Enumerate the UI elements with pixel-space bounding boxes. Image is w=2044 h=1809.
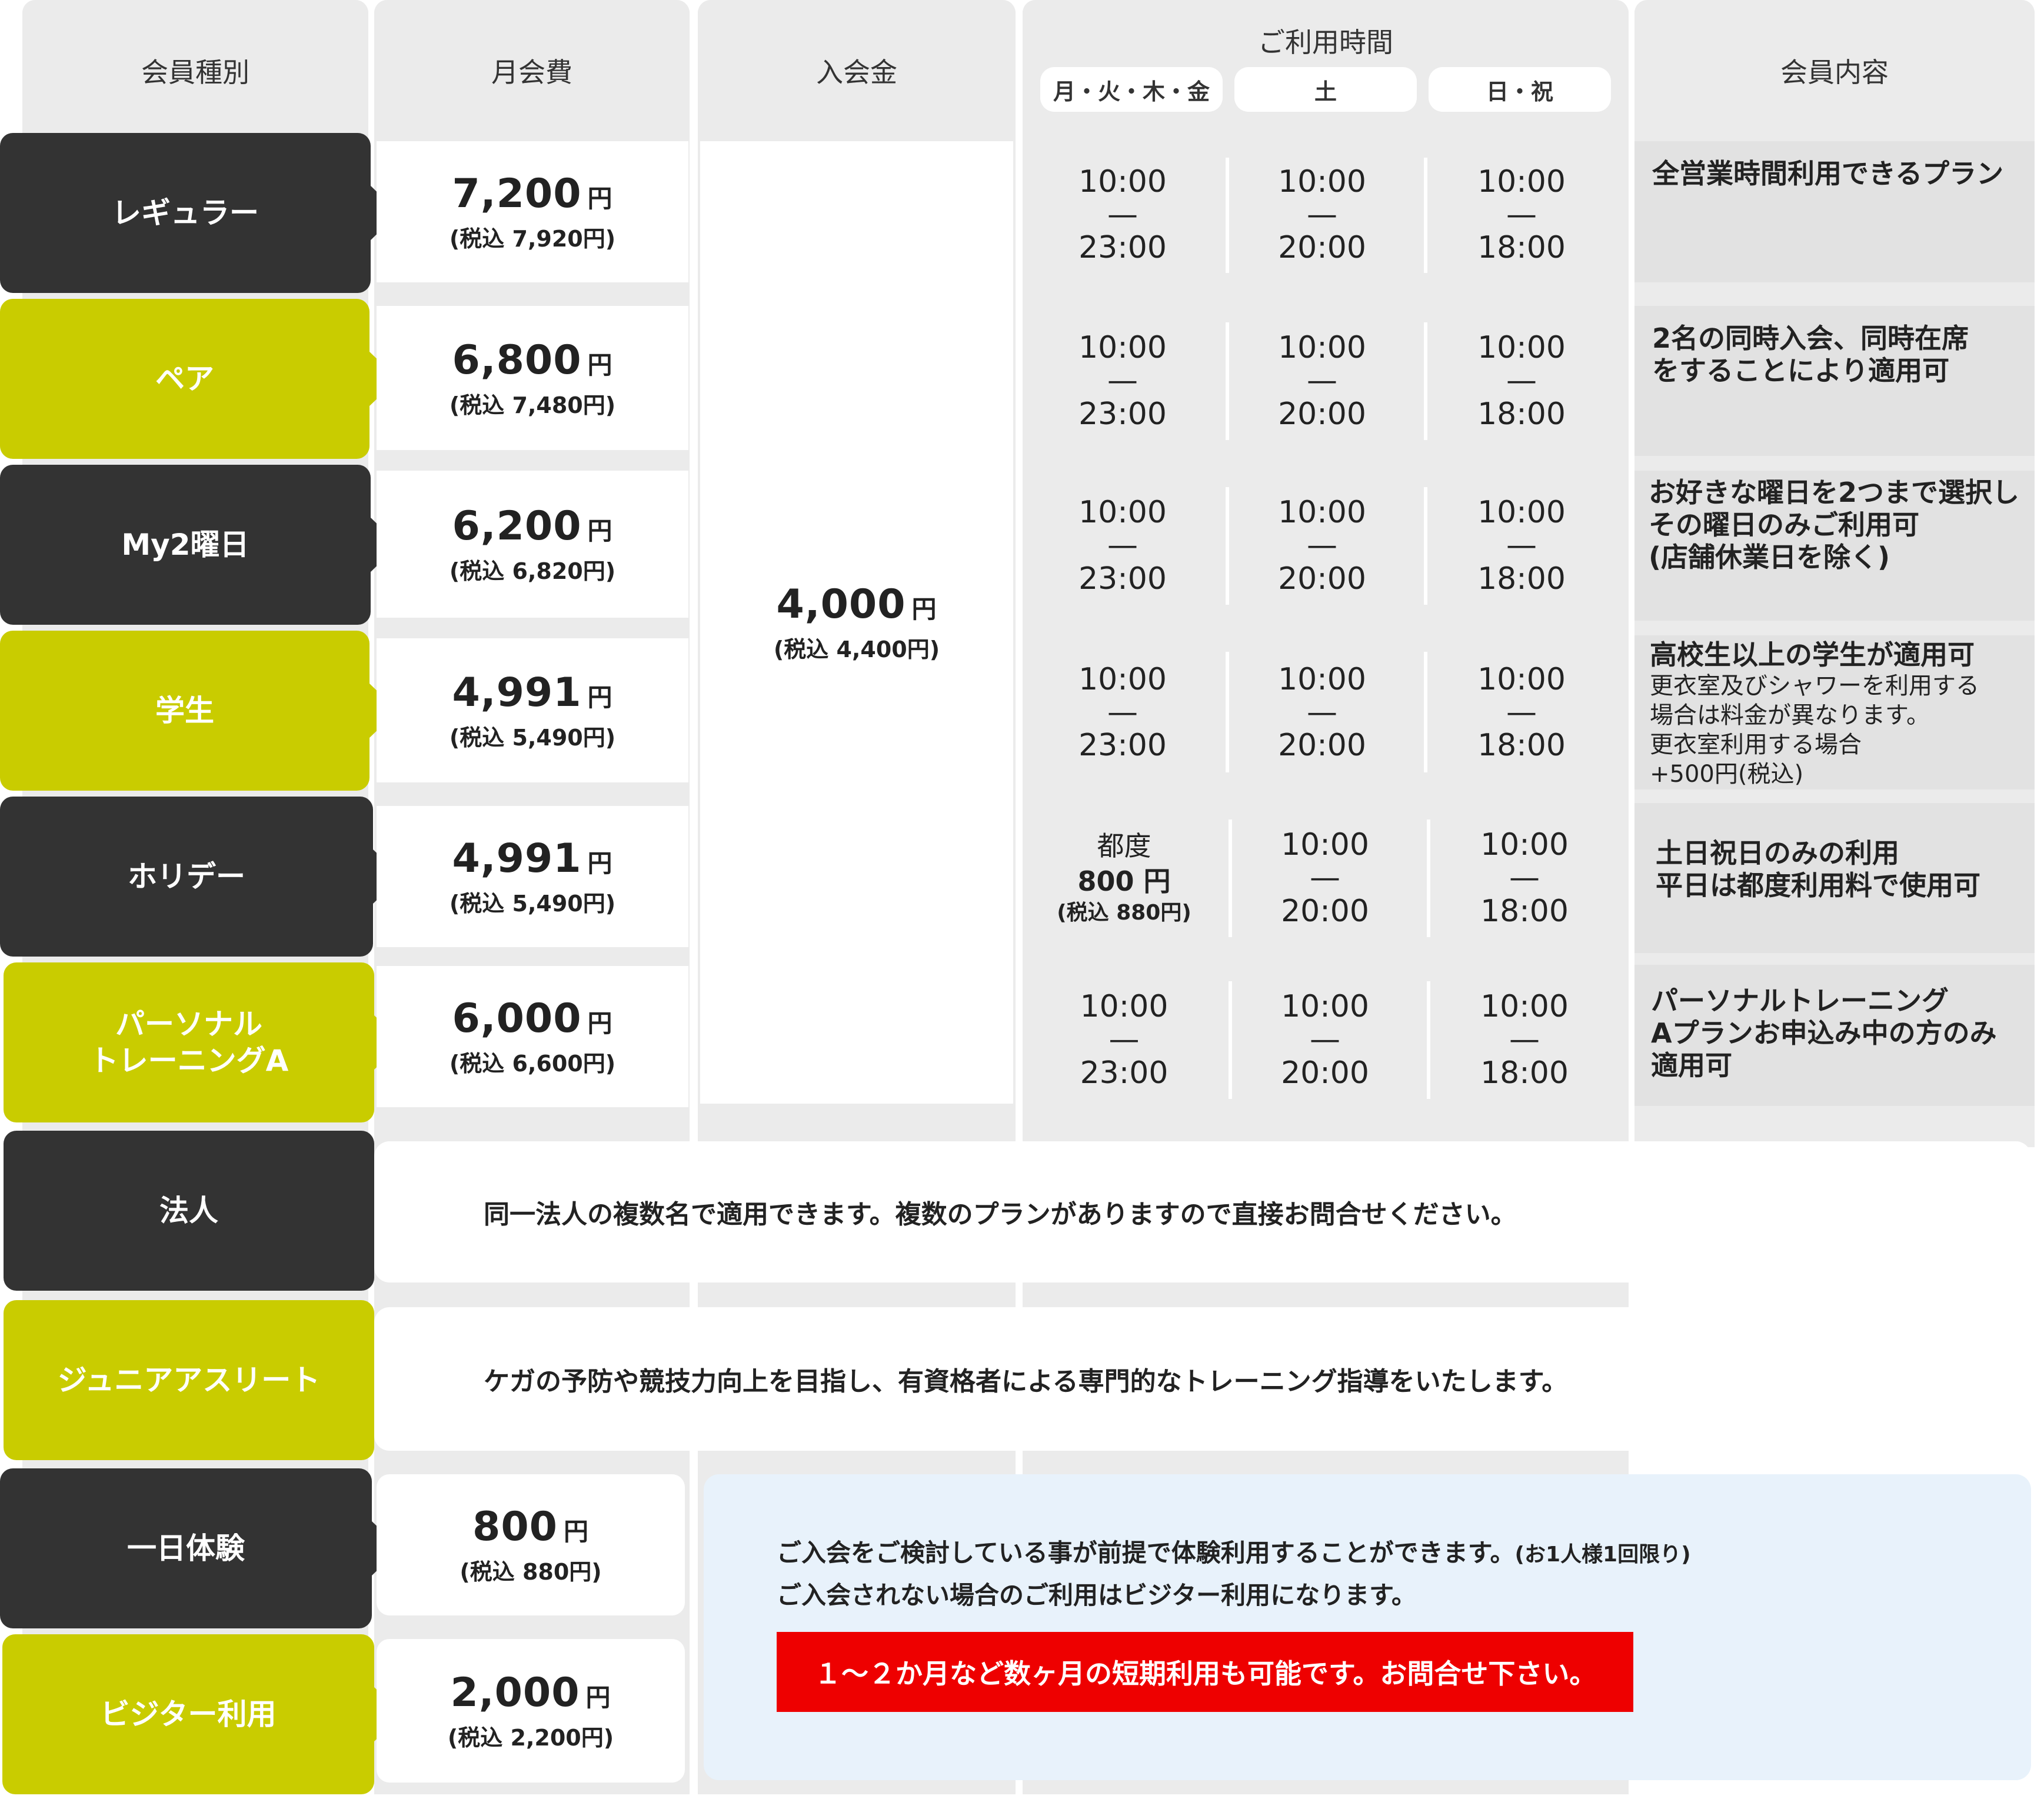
header-member-type: 会員種別 [22,0,368,141]
time-row-student: 10:00—23:00 10:00—20:00 10:00—18:00 [1023,635,1629,789]
price-visitor-tax: (税込 2,200円) [447,1725,614,1751]
time-row-my2: 10:00—23:00 10:00—20:00 10:00—18:00 [1023,471,1629,621]
price-my2: 6,200 円 (税込 6,820円) [377,471,688,618]
day-header-sunday-holiday: 日・祝 [1429,67,1611,112]
plan-visitor[interactable]: ビジター利用 [2,1634,402,1794]
time-row-pair: 10:00—23:00 10:00—20:00 10:00—18:00 [1023,306,1629,456]
header-monthly-fee: 月会費 [374,0,690,141]
price-pair-amount: 6,800 円 [452,337,613,384]
desc-student: 高校生以上の学生が適用可 更衣室及びシャワーを利用する 場合は料金が異なります。… [1634,635,2035,789]
trial-info-line1: ご入会をご検討している事が前提で体験利用することができます。(お1人様1回限り) [777,1538,1691,1567]
plan-one-day-trial[interactable]: 一日体験 [0,1468,400,1628]
time-weekday-per-visit: 都度 800 円 (税込 880円) [1057,830,1191,925]
corporate-description: 同一法人の複数名で適用できます。複数のプランがありますので直接お問合せください。 [374,1141,2031,1282]
plan-one-day-trial-label: 一日体験 [127,1531,245,1565]
price-holiday: 4,991 円 (税込 5,490円) [377,806,688,947]
price-personal-training-a-tax: (税込 6,600円) [449,1051,616,1077]
desc-regular: 全営業時間利用できるプラン [1634,141,2035,282]
plan-student[interactable]: 学生 [0,631,398,791]
day-header-saturday: 土 [1234,67,1417,112]
time-sunday: 10:00—18:00 [1477,164,1566,266]
time-row-regular: 10:00—23:00 10:00—20:00 10:00—18:00 [1023,141,1629,288]
time-row-holiday: 都度 800 円 (税込 880円) 10:00—20:00 10:00—18:00 [1023,803,1629,953]
plan-corporate[interactable]: 法人 [4,1131,402,1291]
price-regular-amount: 7,200 円 [452,171,613,217]
time-weekday: 10:00—23:00 [1080,989,1169,1091]
price-visitor: 2,000 円 (税込 2,200円) [377,1639,685,1783]
time-weekday: 10:00—23:00 [1078,495,1167,597]
plan-student-label: 学生 [155,693,214,728]
plan-visitor-label: ビジター利用 [100,1697,277,1731]
trial-info-panel: ご入会をご検討している事が前提で体験利用することができます。(お1人様1回限り)… [704,1474,2031,1780]
plan-corporate-label: 法人 [159,1193,218,1228]
admission-price: 4,000 円 [776,581,937,628]
time-sunday: 10:00—18:00 [1477,495,1566,597]
plan-junior-athlete[interactable]: ジュニアアスリート [4,1300,402,1460]
junior-description: ケガの予防や競技力向上を目指し、有資格者による専門的なトレーニング指導をいたしま… [374,1307,2031,1451]
plan-pair-label: ペア [155,361,214,396]
time-weekday: 10:00—23:00 [1078,330,1167,432]
price-my2-tax: (税込 6,820円) [449,558,616,584]
price-student: 4,991 円 (税込 5,490円) [377,638,688,782]
plan-personal-training-a-label: パーソナル トレーニングA [89,1007,289,1078]
price-regular: 7,200 円 (税込 7,920円) [377,141,688,282]
price-visitor-amount: 2,000 円 [450,1670,611,1716]
time-sunday: 10:00—18:00 [1480,827,1569,929]
time-saturday: 10:00—20:00 [1278,164,1366,266]
plan-regular[interactable]: レギュラー [0,133,399,293]
price-trial-amount: 800 円 [472,1504,589,1550]
day-header-weekday: 月・火・木・金 [1040,67,1223,112]
desc-holiday: 土日祝日のみの利用 平日は都度利用料で使用可 [1634,803,2035,953]
price-one-day-trial: 800 円 (税込 880円) [377,1474,685,1615]
plan-holiday-label: ホリデー [128,859,245,894]
header-member-content: 会員内容 [1634,0,2035,141]
price-student-amount: 4,991 円 [452,669,613,716]
price-student-tax: (税込 5,490円) [449,724,616,751]
plan-my2-label: My2曜日 [121,527,249,562]
price-pair-tax: (税込 7,480円) [449,392,616,418]
plan-holiday[interactable]: ホリデー [0,797,401,957]
admission-tax: (税込 4,400円) [773,637,940,662]
trial-info-line2: ご入会されない場合のご利用はビジター利用になります。 [777,1581,1416,1610]
time-saturday: 10:00—20:00 [1278,495,1366,597]
price-regular-tax: (税込 7,920円) [449,226,616,252]
time-sunday: 10:00—18:00 [1480,989,1569,1091]
short-term-notice: １〜２か月など数ヶ月の短期利用も可能です。お問合せ下さい。 [777,1632,1633,1712]
header-admission-fee: 入会金 [698,0,1016,141]
price-personal-training-a-amount: 6,000 円 [452,995,613,1042]
header-usage-time-label: ご利用時間 [1258,26,1393,58]
corporate-text: 同一法人の複数名で適用できます。複数のプランがありますので直接お問合せください。 [484,1200,1517,1230]
time-sunday: 10:00—18:00 [1477,330,1566,432]
plan-my2[interactable]: My2曜日 [0,465,399,625]
plan-junior-athlete-label: ジュニアアスリート [57,1362,321,1397]
price-personal-training-a: 6,000 円 (税込 6,600円) [377,966,688,1107]
price-pair: 6,800 円 (税込 7,480円) [377,306,688,450]
time-weekday: 10:00—23:00 [1078,164,1167,266]
desc-pair: 2名の同時入会、同時在席 をすることにより適用可 [1634,306,2035,456]
time-saturday: 10:00—20:00 [1278,330,1366,432]
price-trial-tax: (税込 880円) [460,1559,602,1585]
time-saturday: 10:00—20:00 [1278,661,1366,764]
plan-pair[interactable]: ペア [0,299,398,459]
plan-personal-training-a[interactable]: パーソナル トレーニングA [4,962,402,1122]
admission-fee-cell: 4,000 円 (税込 4,400円) [700,141,1013,1104]
time-weekday: 10:00—23:00 [1078,661,1167,764]
price-my2-amount: 6,200 円 [452,503,613,549]
time-sunday: 10:00—18:00 [1477,661,1566,764]
desc-personal-training-a: パーソナルトレーニング Aプランお申込み中の方のみ 適用可 [1634,965,2035,1106]
price-holiday-tax: (税込 5,490円) [449,891,616,917]
junior-text: ケガの予防や競技力向上を目指し、有資格者による専門的なトレーニング指導をいたしま… [484,1367,1568,1397]
time-saturday: 10:00—20:00 [1281,989,1369,1091]
price-holiday-amount: 4,991 円 [452,835,613,882]
plan-regular-label: レギュラー [112,195,259,230]
time-row-personal-training-a: 10:00—23:00 10:00—20:00 10:00—18:00 [1023,965,1629,1115]
desc-my2: お好きな曜日を2つまで選択し その曜日のみご利用可 (店舗休業日を除く) [1634,471,2035,621]
time-saturday: 10:00—20:00 [1281,827,1369,929]
